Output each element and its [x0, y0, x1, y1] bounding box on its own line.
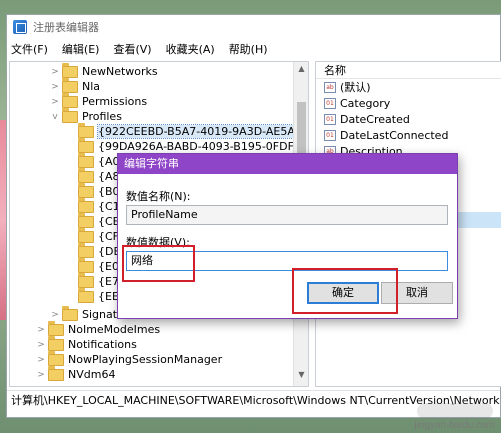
tree-item-label: Profiles	[82, 110, 122, 123]
chevron-right-icon[interactable]: >	[36, 370, 46, 380]
window-title: 注册表编辑器	[33, 21, 99, 34]
tree-item-selected[interactable]: {922CEEBD-B5A7-4019-9A3D-AE5A2038F485}	[66, 122, 308, 139]
folder-icon	[78, 167, 94, 183]
value-row[interactable]: 01 Category	[316, 95, 501, 111]
folder-icon	[62, 62, 78, 78]
folder-icon	[78, 242, 94, 258]
chevron-right-icon[interactable]: >	[50, 310, 60, 320]
chevron-down-icon[interactable]: v	[50, 112, 60, 122]
value-name: DateCreated	[340, 112, 410, 126]
registry-editor-icon	[13, 20, 27, 34]
tree-item[interactable]: > Permissions	[50, 92, 148, 109]
tree-item[interactable]: > NowPlayingSessionManager	[36, 350, 223, 367]
menu-view[interactable]: 查看(V)	[113, 41, 151, 57]
folder-icon	[62, 305, 78, 321]
edit-string-dialog: 编辑字符串 数值名称(N): ProfileName 数值数据(V): 网络 确…	[117, 153, 458, 319]
menu-edit[interactable]: 编辑(E)	[62, 41, 100, 57]
tree-item-label: {99DA926A-BABD-4093-B195-0FDF57466B8B}	[98, 140, 308, 153]
tree-item[interactable]: > NewNetworks	[50, 62, 158, 79]
folder-icon	[78, 212, 94, 228]
tree-item[interactable]: v Profiles	[50, 107, 122, 124]
folder-icon	[62, 92, 78, 108]
tree-item-label: {922CEEBD-B5A7-4019-9A3D-AE5A2038F485}	[96, 124, 308, 139]
value-row[interactable]: 01 DateLastConnected	[316, 127, 501, 143]
folder-icon	[48, 320, 64, 336]
tree-item[interactable]: {99DA926A-BABD-4093-B195-0FDF57466B8B}	[66, 137, 308, 154]
chevron-right-icon[interactable]: >	[50, 97, 60, 107]
folder-icon	[78, 152, 94, 168]
menu-favorites[interactable]: 收藏夹(A)	[166, 41, 215, 57]
chevron-right-icon[interactable]: >	[50, 67, 60, 77]
folder-icon	[78, 137, 94, 153]
title-bar[interactable]: 注册表编辑器	[7, 15, 500, 39]
scroll-down-icon[interactable]: ▼	[294, 370, 308, 384]
tree-item-label: NewNetworks	[82, 65, 158, 78]
tree-item[interactable]: > Nla	[50, 77, 101, 94]
dword-value-icon: 01	[324, 97, 336, 109]
highlight-box-data	[122, 245, 195, 282]
folder-icon	[62, 107, 78, 123]
tree-item-label: NVdm64	[68, 368, 116, 381]
menu-file[interactable]: 文件(F)	[11, 41, 48, 57]
folder-icon	[62, 77, 78, 93]
tree-item-label: Nla	[82, 80, 101, 93]
folder-icon	[78, 287, 94, 303]
binary-value-icon: 01	[324, 129, 336, 141]
binary-value-icon: 01	[324, 113, 336, 125]
value-name-field: ProfileName	[126, 205, 448, 225]
value-row[interactable]: ab (默认)	[316, 79, 501, 95]
chevron-right-icon[interactable]: >	[50, 82, 60, 92]
tree-item-label: NowPlayingSessionManager	[68, 353, 223, 366]
value-name: (默认)	[340, 81, 371, 94]
highlight-box-ok	[292, 268, 398, 314]
tree-item[interactable]: > NVdm64	[36, 365, 116, 382]
dialog-title[interactable]: 编辑字符串	[118, 154, 457, 174]
folder-icon	[78, 272, 94, 288]
value-name: Category	[340, 96, 391, 110]
tree-item-label: NoImeModeImes	[68, 323, 161, 336]
folder-icon	[78, 257, 94, 273]
value-row[interactable]: 01 DateCreated	[316, 111, 501, 127]
chevron-right-icon[interactable]: >	[36, 355, 46, 365]
tree-item[interactable]: > NoImeModeImes	[36, 320, 161, 337]
watermark-text: jingyan.baidu.com	[414, 420, 495, 431]
folder-icon	[78, 227, 94, 243]
value-name: DateLastConnected	[340, 128, 449, 142]
tree-item-label: Permissions	[82, 95, 148, 108]
tree-item-label: Notifications	[68, 338, 137, 351]
chevron-right-icon[interactable]: >	[36, 325, 46, 335]
menu-bar: 文件(F) 编辑(E) 查看(V) 收藏夹(A) 帮助(H)	[7, 39, 500, 59]
folder-icon	[48, 365, 64, 381]
folder-icon	[48, 335, 64, 351]
chevron-right-icon[interactable]: >	[36, 340, 46, 350]
value-name-label: 数值名称(N):	[126, 190, 191, 203]
scroll-up-icon[interactable]: ▲	[294, 64, 308, 78]
menu-help[interactable]: 帮助(H)	[229, 41, 268, 57]
string-value-icon: ab	[324, 81, 336, 93]
folder-icon	[78, 122, 94, 138]
baidu-watermark-logo	[417, 403, 493, 419]
tree-item[interactable]: > Notifications	[36, 335, 137, 352]
folder-icon	[78, 197, 94, 213]
folder-icon	[78, 182, 94, 198]
column-header-name[interactable]: 名称	[316, 62, 501, 79]
folder-icon	[48, 350, 64, 366]
